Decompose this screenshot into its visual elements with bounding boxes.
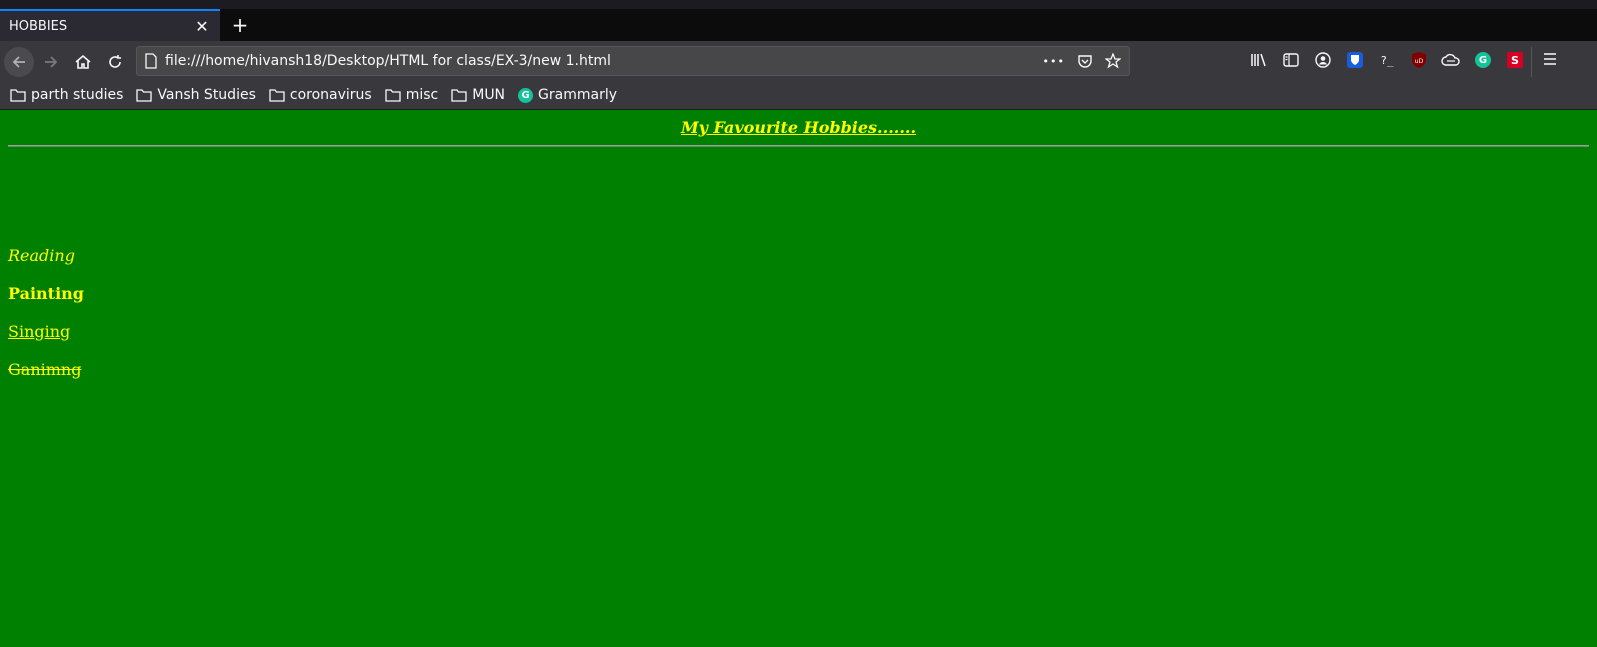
window-top-strip [0, 0, 1597, 9]
forward-arrow-icon [45, 56, 58, 68]
page-document-icon [137, 53, 165, 69]
new-tab-button[interactable]: + [228, 12, 252, 38]
account-icon[interactable] [1312, 49, 1334, 71]
reload-button[interactable] [100, 47, 130, 77]
library-icon[interactable] [1248, 49, 1270, 71]
bookmark-folder-parth-studies[interactable]: parth studies [10, 87, 123, 103]
bookmark-folder-misc[interactable]: misc [385, 87, 439, 103]
home-button[interactable] [68, 47, 98, 77]
page-heading: My Favourite Hobbies....... [680, 118, 917, 137]
bookmark-folder-coronavirus[interactable]: coronavirus [269, 87, 372, 103]
hobby-gaming: Ganimng [8, 360, 82, 379]
grammarly-icon: G [518, 87, 534, 103]
tab-title: HOBBIES [9, 18, 68, 34]
toolbar-separator [1531, 47, 1532, 77]
bookmark-label: MUN [472, 87, 506, 103]
bookmark-label: coronavirus [289, 87, 372, 103]
folder-icon [269, 89, 285, 102]
page-content: My Favourite Hobbies....... Reading Pain… [0, 110, 1597, 647]
hobby-singing: Singing [8, 322, 71, 341]
bookmark-label: misc [405, 87, 439, 103]
forward-button[interactable] [36, 47, 66, 77]
bookmark-folder-mun[interactable]: MUN [451, 87, 505, 103]
menu-button[interactable] [1542, 51, 1558, 71]
back-arrow-icon [12, 56, 25, 68]
ublock-icon[interactable]: uD [1408, 49, 1430, 71]
heading-divider [8, 145, 1589, 147]
tab-bar: HOBBIES ✕ + [0, 9, 1597, 41]
bookmarks-toolbar: parth studies Vansh Studies coronavirus … [0, 81, 1597, 110]
bookmark-star-icon[interactable] [1105, 53, 1121, 69]
navigation-toolbar: file:///home/hivansh18/Desktop/HTML for … [0, 41, 1597, 81]
cloud-extension-icon[interactable] [1440, 49, 1462, 71]
s-extension-icon[interactable]: S [1504, 49, 1526, 71]
tab-hobbies[interactable]: HOBBIES ✕ [0, 9, 220, 41]
bookmark-folder-vansh-studies[interactable]: Vansh Studies [136, 87, 256, 103]
url-bar[interactable]: file:///home/hivansh18/Desktop/HTML for … [136, 46, 1130, 76]
hamburger-menu-icon [1544, 53, 1556, 65]
folder-icon [385, 89, 401, 102]
hobby-reading: Reading [8, 246, 75, 265]
tab-close-icon[interactable]: ✕ [190, 17, 214, 36]
hobby-painting: Painting [8, 284, 84, 303]
bookmark-label: parth studies [31, 87, 124, 103]
shell-extension-icon[interactable]: ?_ [1376, 49, 1398, 71]
folder-icon [136, 89, 153, 102]
sidebar-icon[interactable] [1280, 49, 1302, 71]
bookmark-grammarly[interactable]: G Grammarly [518, 87, 617, 103]
url-text[interactable]: file:///home/hivansh18/Desktop/HTML for … [165, 53, 1043, 69]
grammarly-extension-icon[interactable]: G [1472, 49, 1494, 71]
pocket-icon[interactable] [1077, 53, 1093, 69]
reload-icon [109, 55, 121, 68]
page-actions-icon[interactable]: ••• [1043, 55, 1065, 68]
hobby-list: Reading Painting Singing Ganimng [8, 246, 84, 398]
bitwarden-icon[interactable] [1344, 49, 1366, 71]
home-icon [75, 54, 91, 69]
bookmark-label: Grammarly [538, 87, 618, 103]
folder-icon [451, 89, 467, 102]
bookmark-label: Vansh Studies [157, 87, 256, 103]
back-button[interactable] [4, 47, 34, 77]
folder-icon [10, 89, 26, 102]
svg-text:uD: uD [1415, 58, 1424, 65]
